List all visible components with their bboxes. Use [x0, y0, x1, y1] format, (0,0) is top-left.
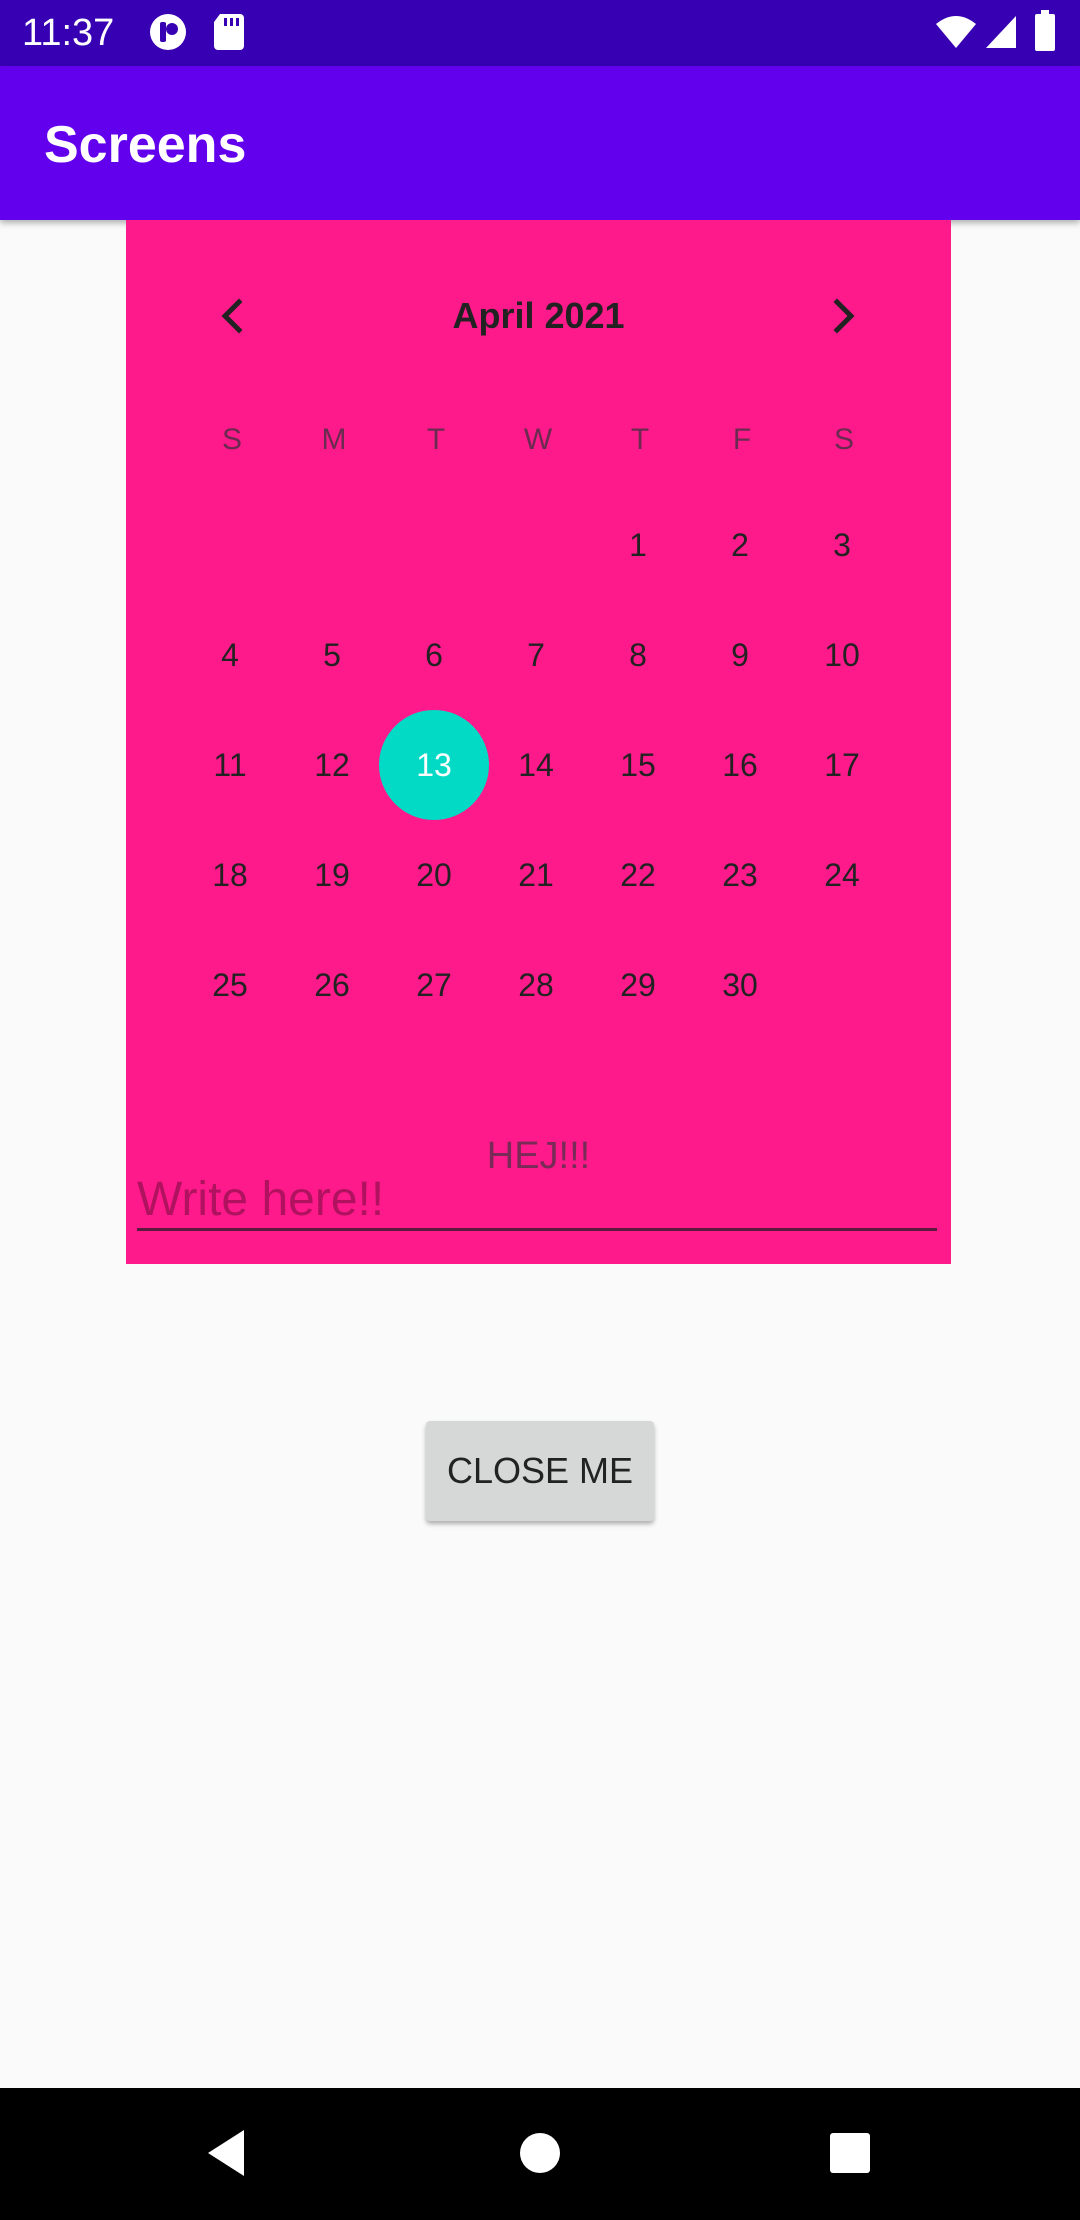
- calendar-day[interactable]: 8: [583, 600, 693, 710]
- calendar-day[interactable]: 20: [379, 820, 489, 930]
- calendar-day[interactable]: 18: [175, 820, 285, 930]
- calendar-day[interactable]: 15: [583, 710, 693, 820]
- calendar-day[interactable]: 4: [175, 600, 285, 710]
- app-bar: Screens: [0, 66, 1080, 220]
- calendar-day[interactable]: 14: [481, 710, 591, 820]
- back-icon[interactable]: [204, 2128, 248, 2183]
- calendar-day[interactable]: 24: [787, 820, 897, 930]
- chevron-right-icon: [823, 296, 863, 341]
- calendar-day[interactable]: 22: [583, 820, 693, 930]
- close-button[interactable]: CLOSE ME: [426, 1421, 654, 1521]
- weekday-header: F: [732, 423, 752, 456]
- calendar-day[interactable]: 12: [277, 710, 387, 820]
- calendar-day-selected[interactable]: 13: [379, 710, 489, 820]
- date-picker: April 2021 S M T W T F S 1 2 3 4 5 6 7 8…: [126, 220, 951, 1264]
- calendar-day[interactable]: 6: [379, 600, 489, 710]
- calendar-day[interactable]: 27: [379, 930, 489, 1040]
- system-nav-bar: [0, 2088, 1080, 2220]
- recents-icon[interactable]: [828, 2128, 872, 2183]
- weekday-header: S: [221, 423, 242, 456]
- calendar-day[interactable]: 5: [277, 600, 387, 710]
- calendar-day[interactable]: 25: [175, 930, 285, 1040]
- calendar-day[interactable]: 26: [277, 930, 387, 1040]
- calendar-day[interactable]: 28: [481, 930, 591, 1040]
- wifi-icon: [934, 14, 978, 55]
- calendar-day[interactable]: 10: [787, 600, 897, 710]
- calendar-day[interactable]: 23: [685, 820, 795, 930]
- calendar-day[interactable]: 11: [175, 710, 285, 820]
- calendar-day[interactable]: 7: [481, 600, 591, 710]
- weekday-header: T: [426, 423, 446, 456]
- app-title: Screens: [44, 116, 247, 174]
- weekday-header: M: [321, 423, 347, 456]
- calendar-day[interactable]: 17: [787, 710, 897, 820]
- weekday-header: T: [630, 423, 650, 456]
- calendar-day[interactable]: 9: [685, 600, 795, 710]
- home-icon[interactable]: [518, 2128, 562, 2183]
- write-here-input[interactable]: [137, 1170, 937, 1231]
- calendar-day[interactable]: 1: [583, 490, 693, 600]
- sd-card-icon: [212, 12, 246, 57]
- calendar-day[interactable]: 16: [685, 710, 795, 820]
- weekday-header: S: [833, 423, 854, 456]
- weekday-header: W: [523, 423, 553, 456]
- calendar-day[interactable]: 30: [685, 930, 795, 1040]
- calendar-day[interactable]: 2: [685, 490, 795, 600]
- signal-icon: [984, 14, 1018, 55]
- calendar-day[interactable]: 3: [787, 490, 897, 600]
- calendar-day[interactable]: 29: [583, 930, 693, 1040]
- notification-app-icon: [148, 12, 188, 57]
- next-month-button[interactable]: [803, 278, 883, 358]
- battery-icon: [1034, 10, 1056, 57]
- status-time: 11:37: [22, 12, 115, 54]
- calendar-day[interactable]: 19: [277, 820, 387, 930]
- calendar-day[interactable]: 21: [481, 820, 591, 930]
- status-bar: 11:37: [0, 0, 1080, 66]
